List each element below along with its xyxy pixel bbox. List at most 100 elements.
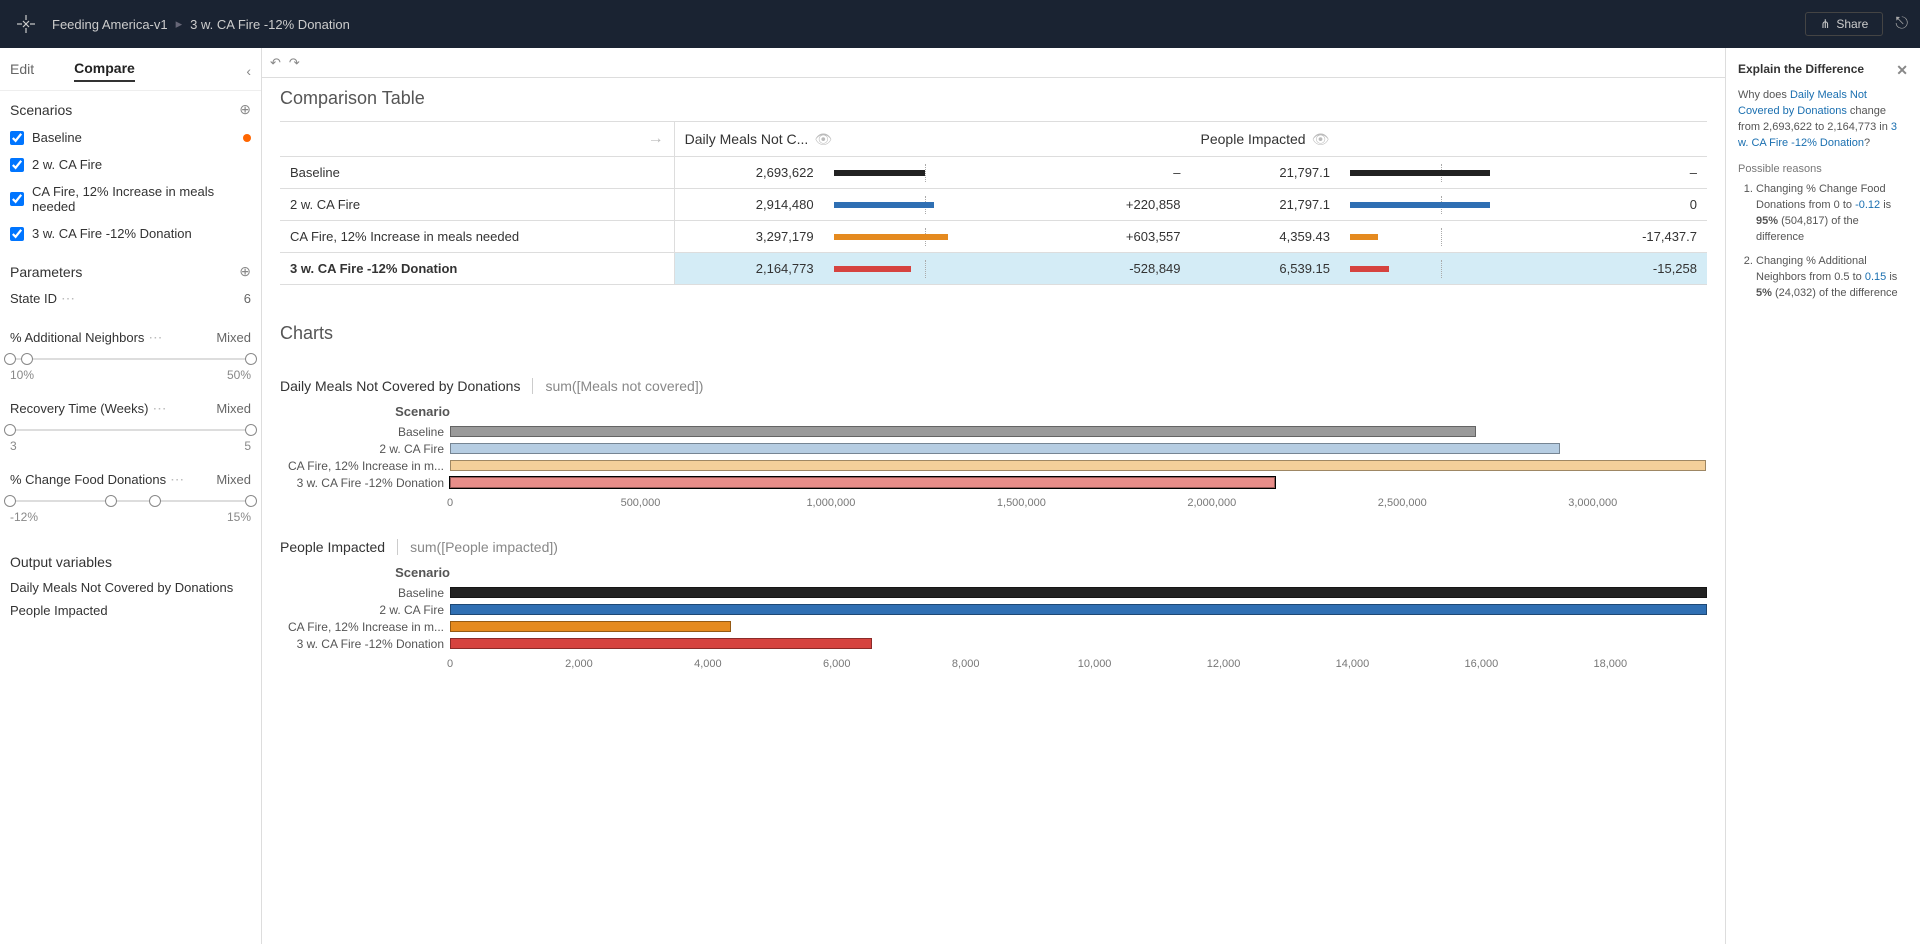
- possible-reasons-label: Possible reasons: [1738, 162, 1908, 178]
- scenario-label: CA Fire, 12% Increase in meals needed: [32, 184, 251, 214]
- axis-tick: 1,000,000: [806, 497, 855, 509]
- bar-label: Baseline: [280, 586, 450, 600]
- table-row[interactable]: 2 w. CA Fire 2,914,480 +220,858 21,797.1…: [280, 189, 1707, 221]
- output-variable[interactable]: People Impacted: [10, 599, 251, 622]
- slider-thumb[interactable]: [245, 424, 257, 436]
- slider[interactable]: [10, 423, 251, 437]
- scenario-item[interactable]: 2 w. CA Fire: [10, 151, 251, 178]
- bar[interactable]: [450, 604, 1707, 615]
- expand-arrow-icon[interactable]: →: [648, 130, 664, 148]
- axis-tick: 6,000: [823, 658, 851, 670]
- param-menu-icon[interactable]: ⋯: [170, 471, 184, 488]
- param-name: % Change Food Donations: [10, 472, 166, 487]
- slider[interactable]: [10, 494, 251, 508]
- diff-cell: –: [1041, 157, 1190, 189]
- slider-thumb[interactable]: [4, 353, 16, 365]
- visibility-icon[interactable]: 👁: [814, 131, 832, 147]
- axis-tick: 14,000: [1336, 658, 1370, 670]
- diff-cell: +220,858: [1041, 189, 1190, 221]
- slider-min: 10%: [10, 368, 34, 382]
- axis-tick: 0: [447, 658, 453, 670]
- bar-row[interactable]: 3 w. CA Fire -12% Donation: [280, 474, 1707, 491]
- add-scenario-icon[interactable]: ⊕: [239, 101, 251, 118]
- slider-thumb[interactable]: [149, 495, 161, 507]
- add-parameter-icon[interactable]: ⊕: [239, 263, 251, 280]
- bar-row[interactable]: 3 w. CA Fire -12% Donation: [280, 635, 1707, 652]
- scenario-checkbox[interactable]: [10, 131, 24, 145]
- reason-value-link[interactable]: -0.12: [1855, 199, 1880, 211]
- chart-subtitle: sum([People impacted]): [397, 539, 558, 555]
- slider-thumb[interactable]: [105, 495, 117, 507]
- bar-row[interactable]: CA Fire, 12% Increase in m...: [280, 618, 1707, 635]
- bar[interactable]: [450, 638, 872, 649]
- axis-tick: 10,000: [1078, 658, 1112, 670]
- share-button[interactable]: ⋔ Share: [1805, 12, 1883, 36]
- chart-title: People Impacted: [280, 539, 385, 555]
- scenario-item[interactable]: CA Fire, 12% Increase in meals needed: [10, 178, 251, 220]
- param-value: 6: [244, 291, 251, 306]
- value-cell: 21,797.1: [1191, 189, 1340, 221]
- breadcrumb-sep: ▸: [176, 16, 183, 32]
- scenario-item[interactable]: Baseline: [10, 124, 251, 151]
- redo-icon[interactable]: ↷: [289, 55, 300, 71]
- output-variable[interactable]: Daily Meals Not Covered by Donations: [10, 576, 251, 599]
- bar-label: 2 w. CA Fire: [280, 603, 450, 617]
- value-cell: 2,914,480: [674, 189, 823, 221]
- table-row[interactable]: Baseline 2,693,622 – 21,797.1 –: [280, 157, 1707, 189]
- bar[interactable]: [450, 587, 1707, 598]
- tab-edit[interactable]: Edit: [10, 61, 34, 81]
- charts-title: Charts: [280, 313, 1707, 356]
- slider-max: 50%: [227, 368, 251, 382]
- bar[interactable]: [450, 460, 1706, 471]
- bar-row[interactable]: 2 w. CA Fire: [280, 601, 1707, 618]
- sheet-name[interactable]: 3 w. CA Fire -12% Donation: [190, 17, 350, 32]
- table-row[interactable]: 3 w. CA Fire -12% Donation 2,164,773 -52…: [280, 253, 1707, 285]
- undo-icon[interactable]: ↶: [270, 55, 281, 71]
- scenario-checkbox[interactable]: [10, 227, 24, 241]
- scenario-checkbox[interactable]: [10, 158, 24, 172]
- mini-bar: [824, 157, 1041, 189]
- tableau-logo-icon: [12, 10, 40, 38]
- slider-thumb[interactable]: [4, 495, 16, 507]
- reason-value-link[interactable]: 0.15: [1865, 271, 1886, 283]
- slider-thumb[interactable]: [245, 495, 257, 507]
- history-toolbar: ↶ ↷: [262, 48, 1725, 78]
- scenario-item[interactable]: 3 w. CA Fire -12% Donation: [10, 220, 251, 247]
- bar[interactable]: [450, 426, 1476, 437]
- axis-tick: 3,000,000: [1568, 497, 1617, 509]
- bar[interactable]: [450, 621, 731, 632]
- bar-label: 3 w. CA Fire -12% Donation: [280, 637, 450, 651]
- param-menu-icon[interactable]: ⋯: [152, 400, 166, 417]
- param-menu-icon[interactable]: ⋯: [61, 290, 75, 307]
- bar-row[interactable]: 2 w. CA Fire: [280, 440, 1707, 457]
- table-row[interactable]: CA Fire, 12% Increase in meals needed 3,…: [280, 221, 1707, 253]
- param-name: % Additional Neighbors: [10, 330, 144, 345]
- workbook-name[interactable]: Feeding America-v1: [52, 17, 168, 32]
- axis-tick: 4,000: [694, 658, 722, 670]
- mini-bar: [824, 189, 1041, 221]
- param-menu-icon[interactable]: ⋯: [148, 329, 162, 346]
- slider-max: 15%: [227, 510, 251, 524]
- bar[interactable]: [450, 443, 1560, 454]
- axis-title: Scenario: [280, 565, 450, 580]
- bar[interactable]: [450, 477, 1275, 488]
- bar-row[interactable]: Baseline: [280, 423, 1707, 440]
- slider-thumb[interactable]: [4, 424, 16, 436]
- slider-thumb[interactable]: [245, 353, 257, 365]
- bar-label: 2 w. CA Fire: [280, 442, 450, 456]
- slider[interactable]: [10, 352, 251, 366]
- collapse-sidebar-icon[interactable]: ‹: [246, 63, 251, 79]
- parameter-row: % Additional Neighbors⋯Mixed 10%50%: [10, 325, 251, 396]
- bar-row[interactable]: Baseline: [280, 584, 1707, 601]
- slider-thumb[interactable]: [21, 353, 33, 365]
- value-cell: 4,359.43: [1191, 221, 1340, 253]
- exit-icon[interactable]: ⎋: [1895, 15, 1908, 33]
- scenario-label: 2 w. CA Fire: [32, 157, 251, 172]
- bar-row[interactable]: CA Fire, 12% Increase in m...: [280, 457, 1707, 474]
- bar-label: 3 w. CA Fire -12% Donation: [280, 476, 450, 490]
- tab-compare[interactable]: Compare: [74, 60, 135, 82]
- close-icon[interactable]: ✕: [1896, 60, 1908, 80]
- visibility-icon[interactable]: 👁: [1312, 131, 1330, 147]
- comparison-table: → Daily Meals Not C...👁 People Impacted👁…: [280, 121, 1707, 285]
- scenario-checkbox[interactable]: [10, 192, 24, 206]
